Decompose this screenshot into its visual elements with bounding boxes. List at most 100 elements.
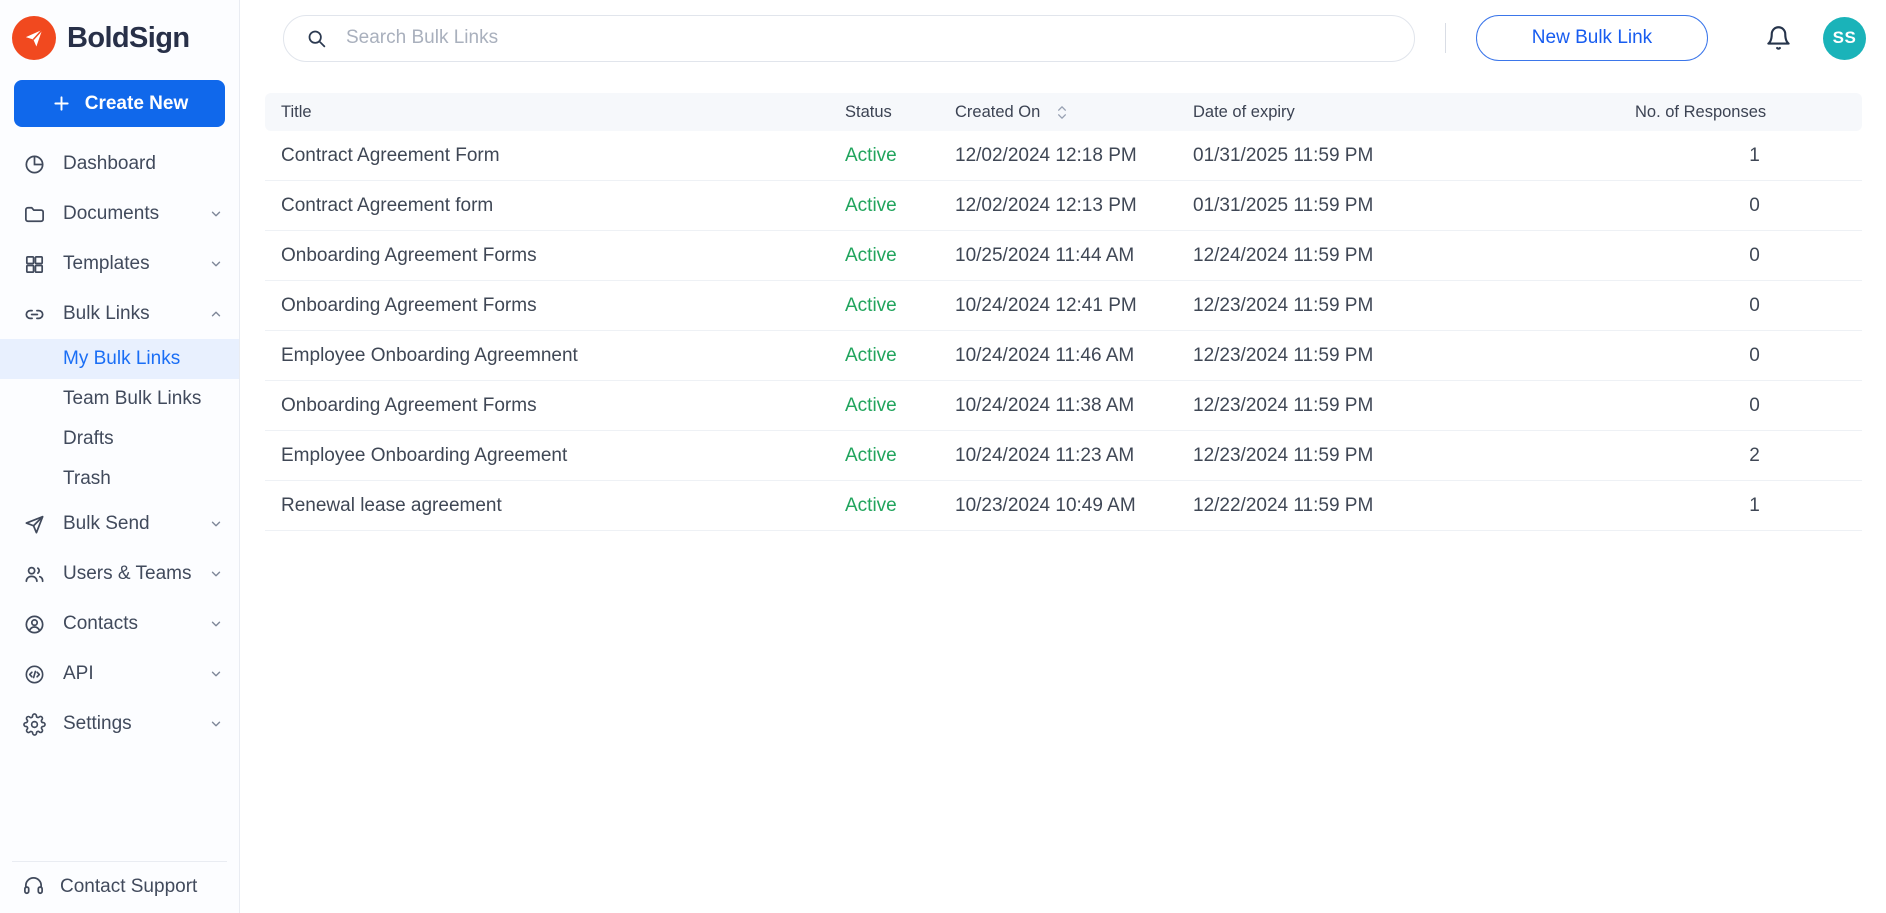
cell-responses-count: 0 — [1749, 244, 1760, 266]
sidebar-item-contacts[interactable]: Contacts — [0, 599, 239, 649]
chevron-down-icon — [209, 617, 223, 631]
notifications-bell-icon[interactable] — [1765, 25, 1792, 52]
boldsign-logo-icon — [12, 16, 56, 60]
cell-title: Employee Onboarding Agreemnent — [281, 344, 578, 366]
cell-date-of-expiry: 12/24/2024 11:59 PM — [1193, 244, 1374, 266]
chevron-down-icon — [209, 667, 223, 681]
sidebar-subitem-label: Team Bulk Links — [63, 388, 202, 409]
create-new-button[interactable]: Create New — [14, 80, 225, 127]
grid-icon — [23, 253, 46, 276]
cell-created-on: 10/23/2024 10:49 AM — [955, 494, 1136, 516]
contact-icon — [23, 613, 46, 636]
cell-date-of-expiry: 12/22/2024 11:59 PM — [1193, 494, 1374, 516]
users-icon — [23, 563, 46, 586]
main-content: New Bulk Link SS Title Status Created On… — [240, 0, 1886, 913]
column-header-created-on: Created On — [955, 103, 1193, 122]
cell-status-badge: Active — [845, 344, 897, 366]
cell-responses-count: 1 — [1749, 494, 1760, 516]
table-row[interactable]: Employee Onboarding Agreemnent Active 10… — [265, 331, 1862, 381]
sidebar-item-label: Settings — [63, 713, 132, 734]
search-box[interactable] — [283, 14, 1415, 62]
top-bar: New Bulk Link SS — [240, 0, 1886, 76]
topbar-divider — [1445, 23, 1446, 53]
sort-ascending-icon — [1058, 105, 1067, 111]
chevron-down-icon — [209, 207, 223, 221]
sidebar-item-label: Dashboard — [63, 153, 156, 174]
sidebar-item-my-bulk-links[interactable]: My Bulk Links — [0, 339, 239, 379]
sort-created-on-control[interactable] — [1057, 105, 1067, 120]
sidebar-item-dashboard[interactable]: Dashboard — [0, 139, 239, 189]
column-header-responses: No. of Responses — [1635, 102, 1767, 121]
search-icon — [306, 28, 327, 49]
brand-logo[interactable]: BoldSign — [0, 0, 239, 68]
sidebar: BoldSign Create New Dashboard Documents — [0, 0, 240, 913]
cell-responses-count: 0 — [1749, 344, 1760, 366]
sidebar-subitem-label: Drafts — [63, 428, 114, 449]
cell-title: Onboarding Agreement Forms — [281, 294, 537, 316]
code-circle-icon — [23, 663, 46, 686]
cell-title: Renewal lease agreement — [281, 494, 502, 516]
cell-date-of-expiry: 01/31/2025 11:59 PM — [1193, 194, 1374, 216]
cell-status-badge: Active — [845, 294, 897, 316]
cell-created-on: 10/24/2024 11:46 AM — [955, 344, 1135, 366]
cell-responses-count: 0 — [1749, 394, 1760, 416]
cell-title: Onboarding Agreement Forms — [281, 244, 537, 266]
sidebar-item-bulk-links[interactable]: Bulk Links — [0, 289, 239, 339]
cell-title: Onboarding Agreement Forms — [281, 394, 537, 416]
cell-created-on: 10/24/2024 11:23 AM — [955, 444, 1135, 466]
column-header-date-of-expiry: Date of expiry — [1193, 102, 1295, 121]
folder-icon — [23, 203, 46, 226]
sidebar-item-trash[interactable]: Trash — [0, 459, 239, 499]
sidebar-item-settings[interactable]: Settings — [0, 699, 239, 749]
sidebar-item-label: Bulk Links — [63, 303, 150, 324]
contact-support-label: Contact Support — [60, 875, 198, 897]
table-row[interactable]: Employee Onboarding Agreement Active 10/… — [265, 431, 1862, 481]
cell-date-of-expiry: 12/23/2024 11:59 PM — [1193, 344, 1374, 366]
headset-icon — [22, 875, 45, 898]
table-row[interactable]: Onboarding Agreement Forms Active 10/24/… — [265, 381, 1862, 431]
cell-responses-count: 2 — [1749, 444, 1760, 466]
sidebar-item-label: Documents — [63, 203, 160, 224]
cell-created-on: 10/24/2024 11:38 AM — [955, 394, 1135, 416]
sidebar-item-users-teams[interactable]: Users & Teams — [0, 549, 239, 599]
table-row[interactable]: Onboarding Agreement Forms Active 10/25/… — [265, 231, 1862, 281]
chevron-down-icon — [209, 717, 223, 731]
cell-date-of-expiry: 12/23/2024 11:59 PM — [1193, 294, 1374, 316]
chevron-down-icon — [209, 517, 223, 531]
table-body: Contract Agreement Form Active 12/02/202… — [265, 131, 1862, 531]
user-avatar[interactable]: SS — [1823, 16, 1866, 60]
cell-date-of-expiry: 12/23/2024 11:59 PM — [1193, 394, 1374, 416]
table-row[interactable]: Renewal lease agreement Active 10/23/202… — [265, 481, 1862, 531]
cell-title: Employee Onboarding Agreement — [281, 444, 568, 466]
app-window: BoldSign Create New Dashboard Documents — [0, 0, 1886, 913]
sidebar-subitem-label: Trash — [63, 468, 111, 489]
paper-plane-icon — [23, 513, 46, 536]
cell-created-on: 10/25/2024 11:44 AM — [955, 244, 1135, 266]
sidebar-item-label: Templates — [63, 253, 150, 274]
table-row[interactable]: Onboarding Agreement Forms Active 10/24/… — [265, 281, 1862, 331]
sidebar-item-api[interactable]: API — [0, 649, 239, 699]
column-header-title: Title — [281, 102, 312, 121]
cell-status-badge: Active — [845, 394, 897, 416]
contact-support-button[interactable]: Contact Support — [12, 861, 227, 913]
sort-descending-icon — [1058, 113, 1067, 119]
search-input[interactable] — [344, 26, 1396, 50]
sidebar-item-bulk-send[interactable]: Bulk Send — [0, 499, 239, 549]
sidebar-item-documents[interactable]: Documents — [0, 189, 239, 239]
cell-status-badge: Active — [845, 444, 897, 466]
sidebar-item-drafts[interactable]: Drafts — [0, 419, 239, 459]
sidebar-item-label: Bulk Send — [63, 513, 150, 534]
cell-created-on: 10/24/2024 12:41 PM — [955, 294, 1137, 316]
sidebar-item-team-bulk-links[interactable]: Team Bulk Links — [0, 379, 239, 419]
sidebar-nav: Dashboard Documents Templates Bulk Links… — [0, 139, 239, 749]
table-row[interactable]: Contract Agreement form Active 12/02/202… — [265, 181, 1862, 231]
sidebar-item-templates[interactable]: Templates — [0, 239, 239, 289]
cell-responses-count: 0 — [1749, 294, 1760, 316]
sidebar-item-label: API — [63, 663, 94, 684]
new-bulk-link-button[interactable]: New Bulk Link — [1476, 15, 1708, 61]
sidebar-subitem-label: My Bulk Links — [63, 348, 181, 369]
table-row[interactable]: Contract Agreement Form Active 12/02/202… — [265, 131, 1862, 181]
chevron-down-icon — [209, 567, 223, 581]
sidebar-item-label: Contacts — [63, 613, 138, 634]
cell-created-on: 12/02/2024 12:13 PM — [955, 194, 1137, 216]
